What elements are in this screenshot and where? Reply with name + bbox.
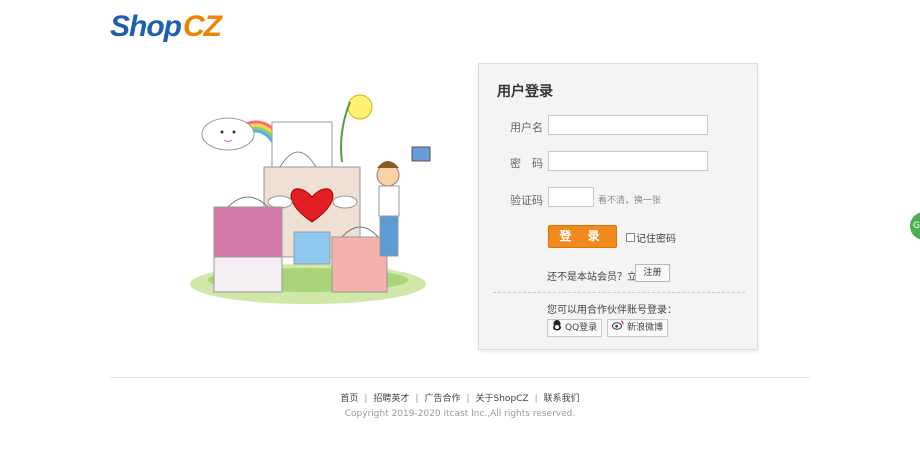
separator: | xyxy=(466,394,470,404)
side-float-tab[interactable]: G xyxy=(910,212,920,240)
shopping-illustration xyxy=(190,94,431,304)
qq-penguin-icon xyxy=(552,319,562,337)
footer-link-ads[interactable]: 广告合作 xyxy=(424,394,460,404)
captcha-label: 验证码 xyxy=(510,194,543,207)
remember-checkbox[interactable] xyxy=(626,233,635,242)
footer-divider xyxy=(110,377,810,378)
footer-links: 首页 | 招聘英才 | 广告合作 | 关于ShopCZ | 联系我们 xyxy=(0,391,920,404)
qq-login-button[interactable]: QQ登录 xyxy=(547,319,603,337)
logo-shop-text: Shop xyxy=(110,10,182,43)
footer-link-jobs[interactable]: 招聘英才 xyxy=(373,394,409,404)
login-title: 用户登录 xyxy=(497,84,553,100)
footer-link-about[interactable]: 关于ShopCZ xyxy=(476,394,529,404)
weibo-icon xyxy=(612,320,624,336)
footer-link-home[interactable]: 首页 xyxy=(340,394,358,404)
remember-label: 记住密码 xyxy=(636,234,676,245)
weibo-login-label: 新浪微博 xyxy=(627,323,664,333)
footer-link-contact[interactable]: 联系我们 xyxy=(544,394,580,404)
username-label: 用户名 xyxy=(510,121,543,134)
separator: | xyxy=(534,394,538,404)
qq-login-label: QQ登录 xyxy=(565,323,598,333)
captcha-refresh-link[interactable]: 看不清，换一张 xyxy=(598,193,661,206)
separator: | xyxy=(364,394,368,404)
shopcz-logo[interactable]: ShopCZ xyxy=(110,10,222,44)
copyright: Copyright 2019-2020 itcast Inc.,All righ… xyxy=(344,409,576,419)
partner-login-prompt: 您可以用合作伙伴账号登录： xyxy=(547,305,677,316)
username-input[interactable] xyxy=(548,115,708,135)
separator: | xyxy=(415,394,419,404)
side-tab-label: G xyxy=(913,221,920,231)
password-input[interactable] xyxy=(548,151,708,171)
login-panel: 用户登录 用户名 密 码 验证码 看不清，换一张 登 录 记住密码 还不是本站会… xyxy=(478,63,758,350)
login-button[interactable]: 登 录 xyxy=(548,225,617,248)
register-prompt: 还不是本站会员？立即 xyxy=(547,272,647,283)
divider xyxy=(493,292,745,293)
password-label: 密 码 xyxy=(510,157,543,170)
logo-cz-text: CZ xyxy=(183,10,222,43)
weibo-login-button[interactable]: 新浪微博 xyxy=(607,319,669,337)
remember-password[interactable]: 记住密码 xyxy=(626,230,676,245)
register-button[interactable]: 注册 xyxy=(635,264,670,282)
captcha-input[interactable] xyxy=(548,187,594,207)
